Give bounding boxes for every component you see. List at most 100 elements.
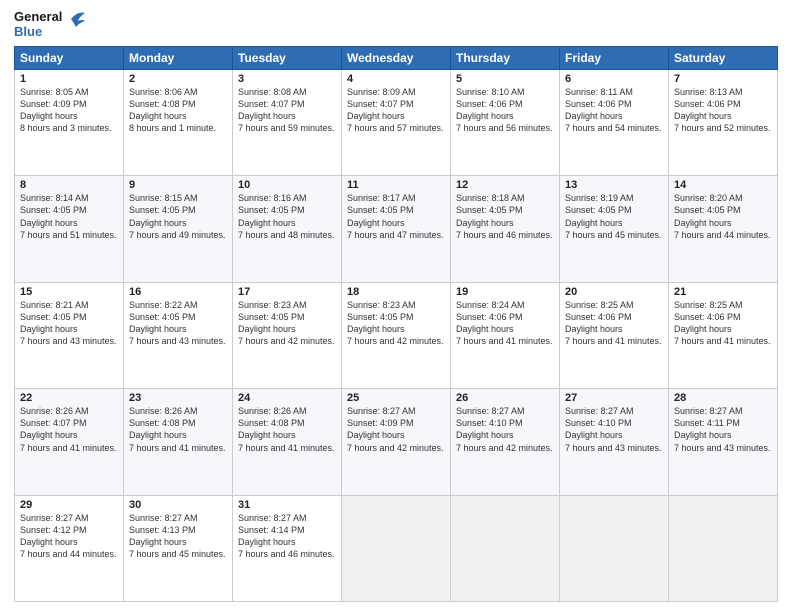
day-number: 14 [674,179,772,191]
day-number: 31 [238,499,336,511]
calendar-cell: 8 Sunrise: 8:14 AM Sunset: 4:05 PM Dayli… [15,176,124,282]
calendar-cell: 16 Sunrise: 8:22 AM Sunset: 4:05 PM Dayl… [124,282,233,388]
calendar-header-monday: Monday [124,46,233,69]
calendar-cell: 14 Sunrise: 8:20 AM Sunset: 4:05 PM Dayl… [669,176,778,282]
calendar-week-4: 22 Sunrise: 8:26 AM Sunset: 4:07 PM Dayl… [15,389,778,495]
calendar-cell: 31 Sunrise: 8:27 AM Sunset: 4:14 PM Dayl… [233,495,342,601]
day-number: 12 [456,179,554,191]
calendar-cell: 13 Sunrise: 8:19 AM Sunset: 4:05 PM Dayl… [560,176,669,282]
calendar-cell [342,495,451,601]
cell-details: Sunrise: 8:25 AM Sunset: 4:06 PM Dayligh… [674,299,772,348]
calendar-cell: 30 Sunrise: 8:27 AM Sunset: 4:13 PM Dayl… [124,495,233,601]
calendar-week-1: 1 Sunrise: 8:05 AM Sunset: 4:09 PM Dayli… [15,69,778,175]
cell-details: Sunrise: 8:15 AM Sunset: 4:05 PM Dayligh… [129,192,227,241]
cell-details: Sunrise: 8:18 AM Sunset: 4:05 PM Dayligh… [456,192,554,241]
cell-details: Sunrise: 8:06 AM Sunset: 4:08 PM Dayligh… [129,86,227,135]
calendar-cell: 29 Sunrise: 8:27 AM Sunset: 4:12 PM Dayl… [15,495,124,601]
day-number: 30 [129,499,227,511]
day-number: 13 [565,179,663,191]
cell-details: Sunrise: 8:27 AM Sunset: 4:11 PM Dayligh… [674,405,772,454]
day-number: 18 [347,286,445,298]
calendar-cell: 17 Sunrise: 8:23 AM Sunset: 4:05 PM Dayl… [233,282,342,388]
calendar-cell: 5 Sunrise: 8:10 AM Sunset: 4:06 PM Dayli… [451,69,560,175]
cell-details: Sunrise: 8:27 AM Sunset: 4:10 PM Dayligh… [565,405,663,454]
header: General Blue [14,10,778,40]
day-number: 27 [565,392,663,404]
cell-details: Sunrise: 8:26 AM Sunset: 4:07 PM Dayligh… [20,405,118,454]
calendar-week-2: 8 Sunrise: 8:14 AM Sunset: 4:05 PM Dayli… [15,176,778,282]
day-number: 17 [238,286,336,298]
day-number: 28 [674,392,772,404]
day-number: 5 [456,73,554,85]
cell-details: Sunrise: 8:23 AM Sunset: 4:05 PM Dayligh… [238,299,336,348]
calendar-cell: 11 Sunrise: 8:17 AM Sunset: 4:05 PM Dayl… [342,176,451,282]
calendar-cell: 25 Sunrise: 8:27 AM Sunset: 4:09 PM Dayl… [342,389,451,495]
cell-details: Sunrise: 8:22 AM Sunset: 4:05 PM Dayligh… [129,299,227,348]
calendar-header-tuesday: Tuesday [233,46,342,69]
cell-details: Sunrise: 8:05 AM Sunset: 4:09 PM Dayligh… [20,86,118,135]
day-number: 11 [347,179,445,191]
calendar-header-sunday: Sunday [15,46,124,69]
calendar-header-friday: Friday [560,46,669,69]
logo-blue: Blue [14,25,62,40]
cell-details: Sunrise: 8:11 AM Sunset: 4:06 PM Dayligh… [565,86,663,135]
cell-details: Sunrise: 8:08 AM Sunset: 4:07 PM Dayligh… [238,86,336,135]
cell-details: Sunrise: 8:20 AM Sunset: 4:05 PM Dayligh… [674,192,772,241]
calendar-cell: 3 Sunrise: 8:08 AM Sunset: 4:07 PM Dayli… [233,69,342,175]
calendar-week-3: 15 Sunrise: 8:21 AM Sunset: 4:05 PM Dayl… [15,282,778,388]
calendar-cell: 20 Sunrise: 8:25 AM Sunset: 4:06 PM Dayl… [560,282,669,388]
calendar-cell: 28 Sunrise: 8:27 AM Sunset: 4:11 PM Dayl… [669,389,778,495]
day-number: 22 [20,392,118,404]
calendar-cell: 24 Sunrise: 8:26 AM Sunset: 4:08 PM Dayl… [233,389,342,495]
cell-details: Sunrise: 8:17 AM Sunset: 4:05 PM Dayligh… [347,192,445,241]
day-number: 1 [20,73,118,85]
day-number: 26 [456,392,554,404]
day-number: 7 [674,73,772,85]
cell-details: Sunrise: 8:19 AM Sunset: 4:05 PM Dayligh… [565,192,663,241]
day-number: 15 [20,286,118,298]
calendar-cell [451,495,560,601]
calendar-cell [669,495,778,601]
calendar-cell: 27 Sunrise: 8:27 AM Sunset: 4:10 PM Dayl… [560,389,669,495]
cell-details: Sunrise: 8:27 AM Sunset: 4:10 PM Dayligh… [456,405,554,454]
calendar-cell: 15 Sunrise: 8:21 AM Sunset: 4:05 PM Dayl… [15,282,124,388]
calendar-cell [560,495,669,601]
cell-details: Sunrise: 8:23 AM Sunset: 4:05 PM Dayligh… [347,299,445,348]
cell-details: Sunrise: 8:25 AM Sunset: 4:06 PM Dayligh… [565,299,663,348]
calendar-cell: 1 Sunrise: 8:05 AM Sunset: 4:09 PM Dayli… [15,69,124,175]
calendar-cell: 6 Sunrise: 8:11 AM Sunset: 4:06 PM Dayli… [560,69,669,175]
calendar-cell: 12 Sunrise: 8:18 AM Sunset: 4:05 PM Dayl… [451,176,560,282]
cell-details: Sunrise: 8:14 AM Sunset: 4:05 PM Dayligh… [20,192,118,241]
day-number: 23 [129,392,227,404]
cell-details: Sunrise: 8:27 AM Sunset: 4:09 PM Dayligh… [347,405,445,454]
cell-details: Sunrise: 8:21 AM Sunset: 4:05 PM Dayligh… [20,299,118,348]
day-number: 21 [674,286,772,298]
cell-details: Sunrise: 8:26 AM Sunset: 4:08 PM Dayligh… [129,405,227,454]
day-number: 25 [347,392,445,404]
cell-details: Sunrise: 8:10 AM Sunset: 4:06 PM Dayligh… [456,86,554,135]
calendar-cell: 2 Sunrise: 8:06 AM Sunset: 4:08 PM Dayli… [124,69,233,175]
logo-general: General [14,10,62,25]
day-number: 6 [565,73,663,85]
calendar-cell: 21 Sunrise: 8:25 AM Sunset: 4:06 PM Dayl… [669,282,778,388]
calendar-cell: 26 Sunrise: 8:27 AM Sunset: 4:10 PM Dayl… [451,389,560,495]
cell-details: Sunrise: 8:16 AM Sunset: 4:05 PM Dayligh… [238,192,336,241]
day-number: 3 [238,73,336,85]
calendar-header-wednesday: Wednesday [342,46,451,69]
cell-details: Sunrise: 8:27 AM Sunset: 4:13 PM Dayligh… [129,512,227,561]
calendar-cell: 23 Sunrise: 8:26 AM Sunset: 4:08 PM Dayl… [124,389,233,495]
day-number: 4 [347,73,445,85]
day-number: 24 [238,392,336,404]
day-number: 19 [456,286,554,298]
calendar-week-5: 29 Sunrise: 8:27 AM Sunset: 4:12 PM Dayl… [15,495,778,601]
calendar-header-saturday: Saturday [669,46,778,69]
calendar-header-row: SundayMondayTuesdayWednesdayThursdayFrid… [15,46,778,69]
calendar-cell: 22 Sunrise: 8:26 AM Sunset: 4:07 PM Dayl… [15,389,124,495]
cell-details: Sunrise: 8:09 AM Sunset: 4:07 PM Dayligh… [347,86,445,135]
logo-bird-icon [65,10,85,28]
calendar-cell: 4 Sunrise: 8:09 AM Sunset: 4:07 PM Dayli… [342,69,451,175]
day-number: 8 [20,179,118,191]
day-number: 16 [129,286,227,298]
page: General Blue SundayMondayTuesdayWednesda… [0,0,792,612]
logo: General Blue [14,10,85,40]
